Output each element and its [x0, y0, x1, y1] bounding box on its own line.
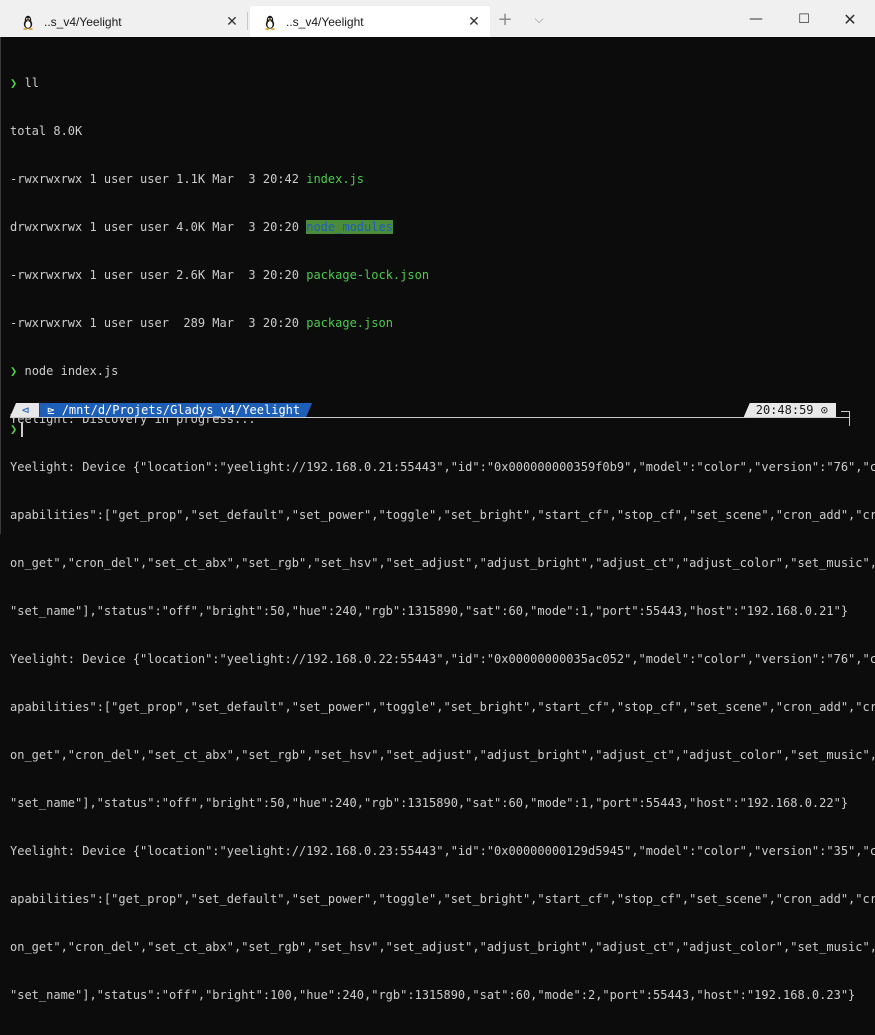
directory-name: node_modules	[306, 220, 393, 234]
output-line: Yeelight: Device {"location":"yeelight:/…	[10, 652, 875, 666]
new-tab-plus-icon[interactable]: +	[494, 4, 516, 34]
os-segment-icon: ⊲	[10, 403, 40, 417]
input-line[interactable]: ❯	[10, 421, 24, 437]
output-line: apabilities":["get_prop","set_default","…	[10, 892, 875, 906]
command-line: ❯ node index.js	[10, 363, 875, 379]
text-cursor	[21, 422, 24, 437]
tab-1-close-icon[interactable]: ✕	[220, 13, 244, 30]
terminal-window: ..s_v4/Yeelight ✕ ..s_v4/Yeelight ✕ + ⌵ …	[0, 0, 875, 1002]
linux-penguin-icon	[20, 14, 36, 30]
prompt-arrow-icon: ❯	[10, 76, 18, 90]
tab-2-title: ..s_v4/Yeelight	[286, 14, 364, 29]
maximize-button[interactable]: ☐	[782, 4, 826, 34]
file-name: package.json	[306, 316, 393, 330]
terminal-pane[interactable]: ❯ ll total 8.0K -rwxrwxrwx 1 user user 1…	[0, 37, 875, 1002]
output-line: "set_name"],"status":"off","bright":50,"…	[10, 604, 849, 618]
tab-2-close-icon[interactable]: ✕	[462, 13, 486, 30]
output-line: on_get","cron_del","set_ct_abx","set_rgb…	[10, 748, 875, 762]
output-line: Yeelight: Device {"location":"yeelight:/…	[10, 460, 875, 474]
ls-meta: -rwxrwxrwx 1 user user 2.6K Mar 3 20:20	[10, 268, 307, 282]
ls-meta: -rwxrwxrwx 1 user user 1.1K Mar 3 20:42	[10, 172, 307, 186]
output-line: on_get","cron_del","set_ct_abx","set_rgb…	[10, 556, 875, 570]
current-path: /mnt/d/Projets/Gladys_v4/Yeelight	[61, 403, 301, 417]
prompt-arrow-icon: ❯	[10, 364, 18, 378]
chevron-down-icon[interactable]: ⌵	[528, 4, 550, 34]
prompt-left-segments: ⊲ ⊵ /mnt/d/Projets/Gladys_v4/Yeelight	[10, 403, 312, 417]
prompt-arrow-icon: ❯	[10, 422, 18, 436]
linux-penguin-icon	[262, 14, 278, 30]
ls-row: -rwxrwxrwx 1 user user 289 Mar 3 20:20 p…	[10, 315, 875, 331]
clock-icon: ⊙	[820, 403, 828, 417]
output-line: on_get","cron_del","set_ct_abx","set_rgb…	[10, 940, 875, 954]
tab-1[interactable]: ..s_v4/Yeelight ✕	[8, 6, 248, 37]
output-line: "set_name"],"status":"off","bright":100,…	[10, 988, 856, 1002]
folder-icon: ⊵	[47, 403, 55, 417]
file-name: index.js	[306, 172, 365, 186]
prompt-time: 20:48:59	[755, 403, 814, 417]
ls-total: total 8.0K	[10, 124, 83, 138]
output-line: "set_name"],"status":"off","bright":50,"…	[10, 796, 849, 810]
tab-divider	[247, 12, 248, 30]
close-window-button[interactable]: ✕	[828, 4, 872, 34]
output-line: Yeelight: Device {"location":"yeelight:/…	[10, 844, 875, 858]
ls-row: drwxrwxrwx 1 user user 4.0K Mar 3 20:20 …	[10, 219, 875, 235]
tab-1-title: ..s_v4/Yeelight	[44, 14, 122, 29]
time-segment: 20:48:59 ⊙	[743, 403, 836, 417]
command-line: ❯ ll	[10, 75, 875, 91]
ls-row: -rwxrwxrwx 1 user user 1.1K Mar 3 20:42 …	[10, 171, 875, 187]
path-segment: ⊵ /mnt/d/Projets/Gladys_v4/Yeelight	[39, 403, 312, 417]
title-bar: ..s_v4/Yeelight ✕ ..s_v4/Yeelight ✕ + ⌵ …	[0, 0, 875, 37]
status-bar-end-cap	[841, 411, 850, 426]
file-name: package-lock.json	[306, 268, 430, 282]
output-line: apabilities":["get_prop","set_default","…	[10, 700, 875, 714]
prompt-status-bar: ⊲ ⊵ /mnt/d/Projets/Gladys_v4/Yeelight 20…	[10, 403, 850, 426]
ls-meta: drwxrwxrwx 1 user user 4.0K Mar 3 20:20	[10, 220, 307, 234]
command-text: node index.js	[24, 364, 119, 378]
ls-row: -rwxrwxrwx 1 user user 2.6K Mar 3 20:20 …	[10, 267, 875, 283]
terminal-output: ❯ ll total 8.0K -rwxrwxrwx 1 user user 1…	[10, 43, 875, 1035]
minimize-button[interactable]: —	[734, 4, 778, 34]
tab-2[interactable]: ..s_v4/Yeelight ✕	[250, 6, 490, 37]
output-line: apabilities":["get_prop","set_default","…	[10, 508, 875, 522]
command-text: ll	[24, 76, 39, 90]
ls-meta: -rwxrwxrwx 1 user user 289 Mar 3 20:20	[10, 316, 307, 330]
